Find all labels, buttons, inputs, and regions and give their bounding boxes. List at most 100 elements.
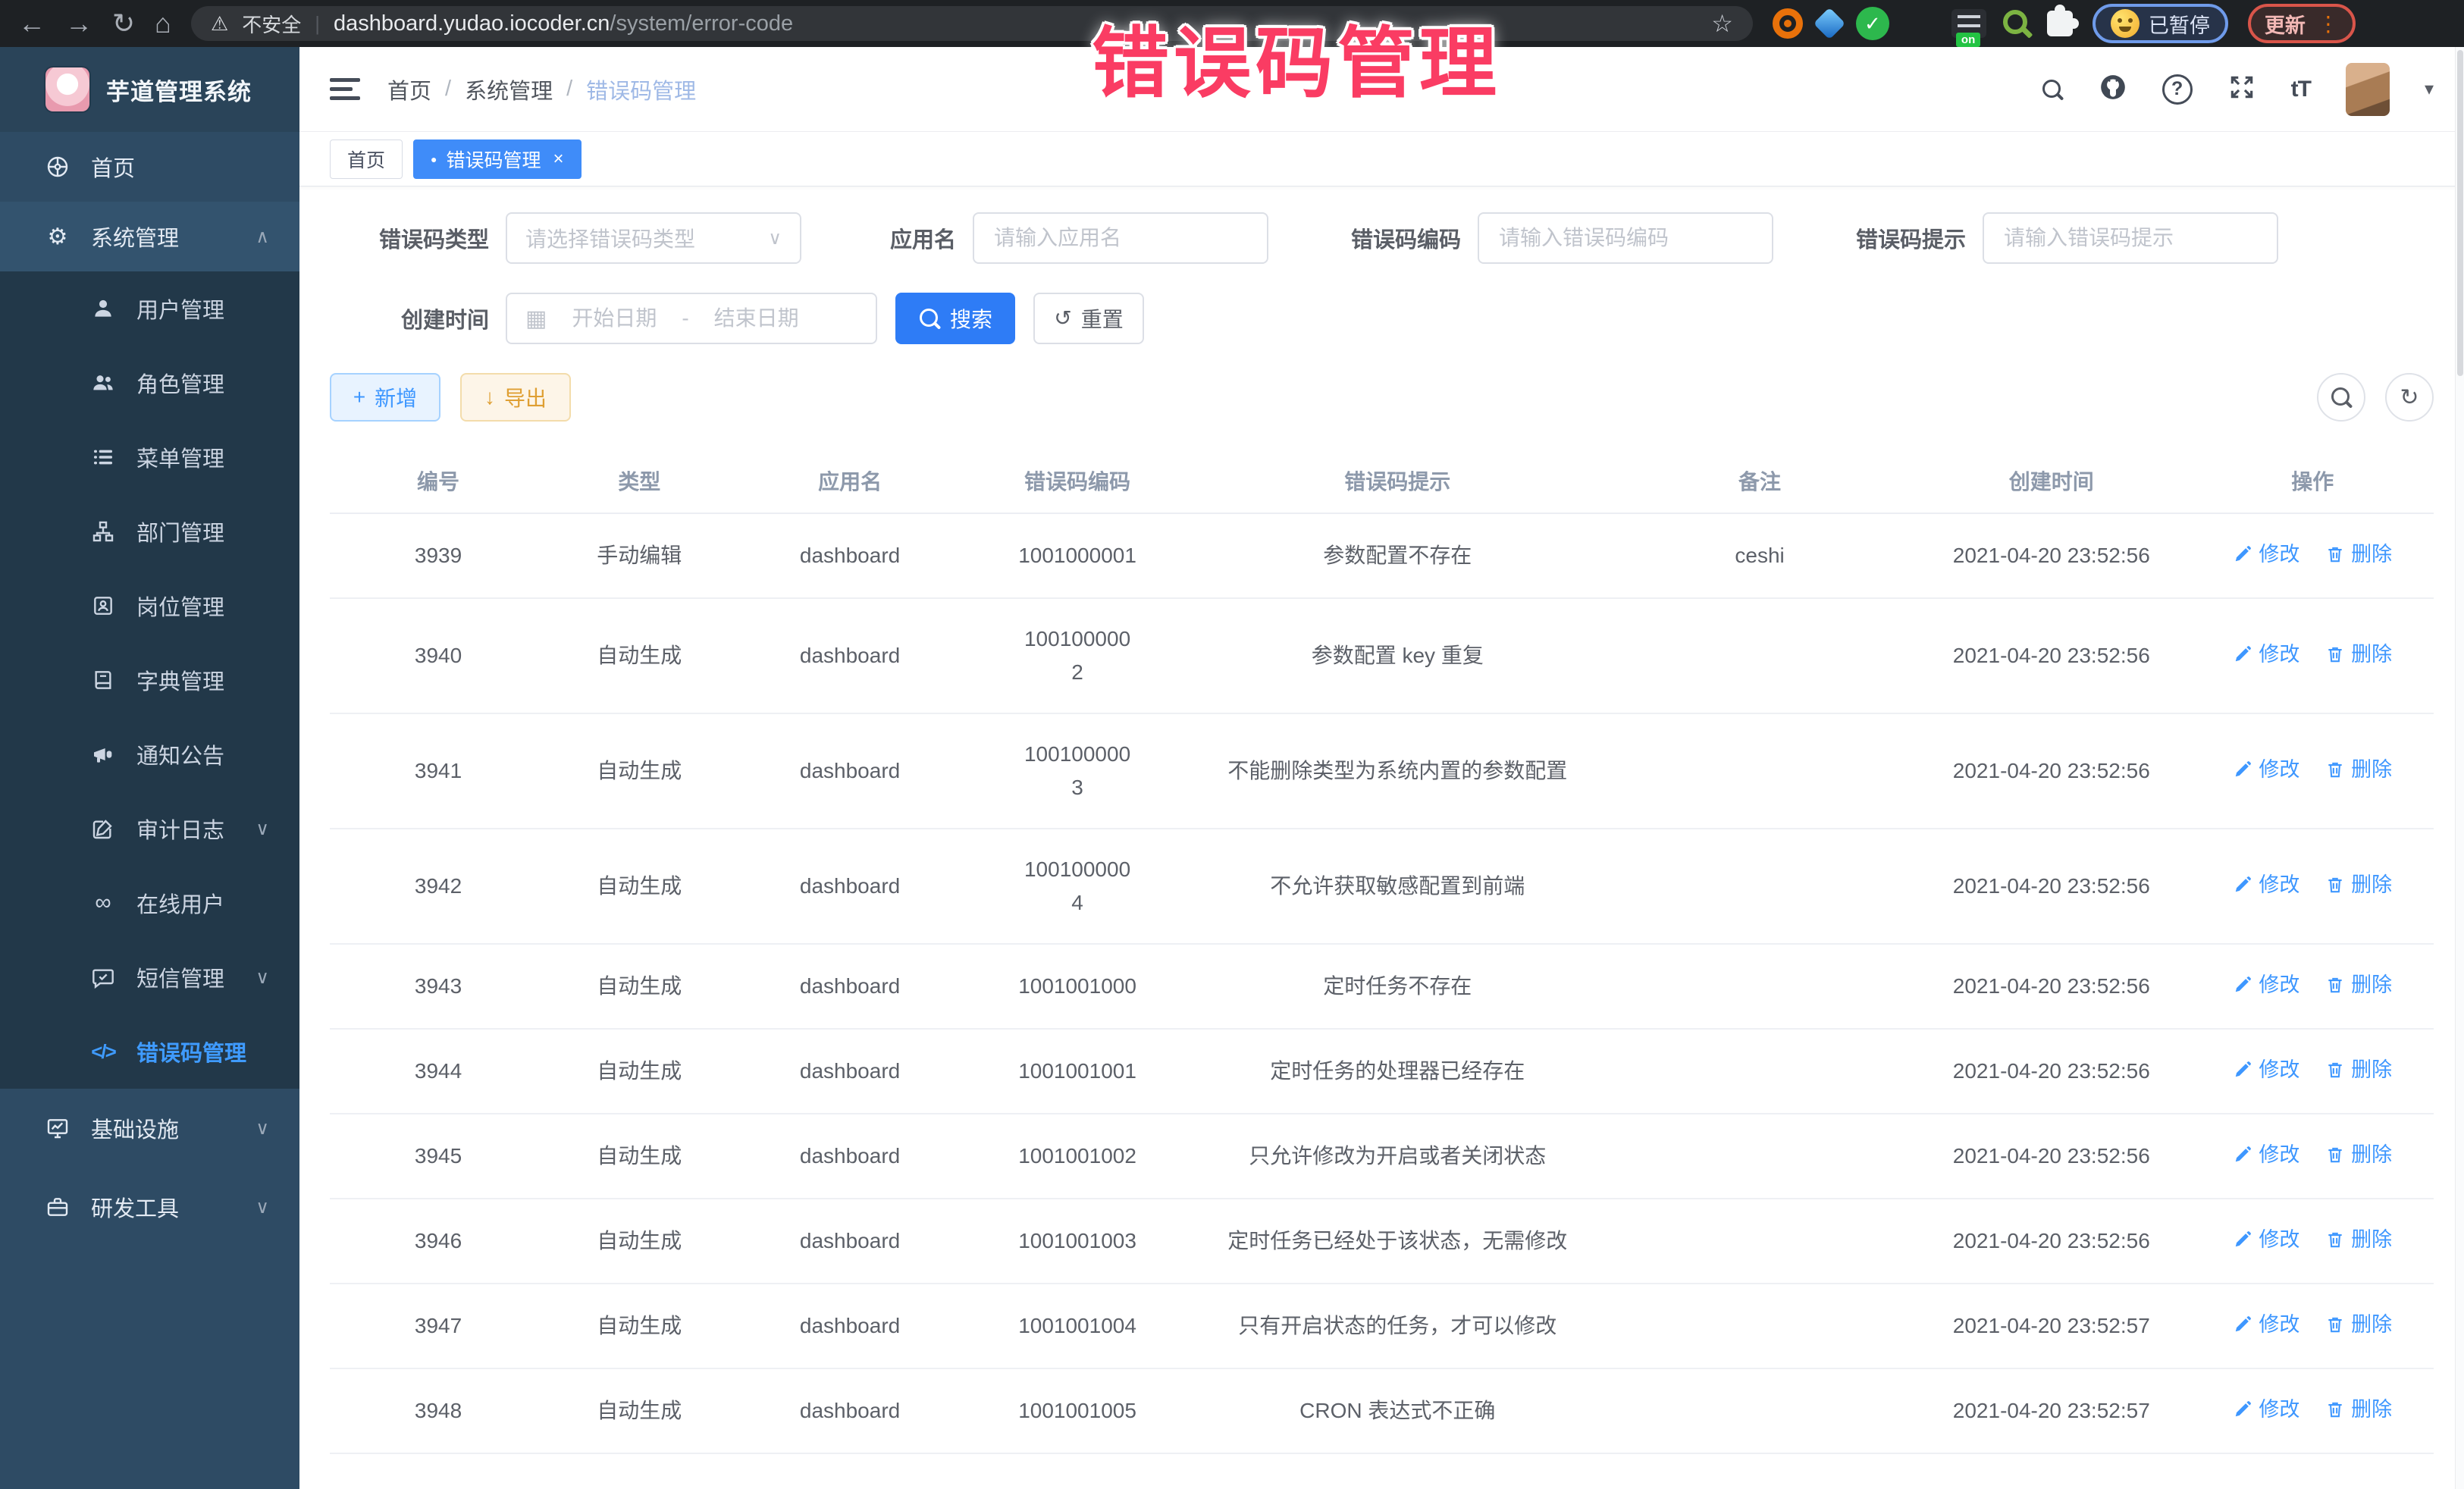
date-range-picker[interactable]: ▦ -: [506, 293, 877, 344]
end-date-input[interactable]: [700, 306, 813, 331]
browser-update-button[interactable]: 更新 ⋮: [2248, 4, 2356, 43]
edit-link[interactable]: 修改: [2233, 1138, 2299, 1171]
extension-key-icon[interactable]: [2002, 8, 2032, 39]
breadcrumb-system[interactable]: 系统管理: [465, 74, 553, 105]
browser-reload-icon[interactable]: ↻: [112, 10, 135, 37]
user-avatar[interactable]: [2346, 63, 2390, 116]
sidebar-item-users[interactable]: 用户管理: [0, 271, 299, 346]
edit-link[interactable]: 修改: [2233, 1308, 2299, 1341]
update-label: 更新: [2265, 9, 2306, 39]
sidebar-item-dictionary[interactable]: 字典管理: [0, 643, 299, 717]
sidebar-toggle-icon[interactable]: [330, 78, 360, 100]
column-header-app: 应用名: [732, 449, 968, 513]
tab-home[interactable]: 首页: [330, 139, 403, 179]
sidebar-item-posts[interactable]: 岗位管理: [0, 569, 299, 643]
column-header-time: 创建时间: [1911, 449, 2191, 513]
scrollbar-thumb[interactable]: [2457, 50, 2463, 376]
app-name-input[interactable]: [992, 225, 1249, 251]
fullscreen-icon[interactable]: [2227, 73, 2256, 105]
browser-home-icon[interactable]: ⌂: [155, 10, 171, 37]
error-code-input[interactable]: [1497, 225, 1754, 251]
start-date-input[interactable]: [557, 306, 671, 331]
sidebar-item-departments[interactable]: 部门管理: [0, 494, 299, 569]
browser-forward-icon[interactable]: →: [65, 10, 92, 37]
github-icon[interactable]: [2099, 73, 2127, 105]
edit-link[interactable]: 修改: [2233, 868, 2299, 901]
sidebar-group-sms[interactable]: 短信管理 ∨: [0, 940, 299, 1014]
reset-button[interactable]: ↺ 重置: [1033, 293, 1144, 344]
browser-menu-icon[interactable]: ⋮: [2318, 11, 2339, 36]
refresh-button[interactable]: ↻: [2385, 373, 2434, 422]
delete-link[interactable]: 删除: [2325, 538, 2392, 571]
delete-link[interactable]: 删除: [2325, 1393, 2392, 1426]
export-button[interactable]: ↓ 导出: [460, 373, 571, 422]
breadcrumb: 首页 / 系统管理 / 错误码管理: [387, 74, 696, 105]
sidebar-item-error-code[interactable]: </> 错误码管理: [0, 1014, 299, 1089]
dictionary-icon: [89, 668, 117, 692]
sidebar-group-system[interactable]: ⚙ 系统管理 ∧: [0, 202, 299, 271]
edit-link[interactable]: 修改: [2233, 1393, 2299, 1426]
tab-error-code[interactable]: ● 错误码管理 ×: [413, 139, 582, 179]
delete-link[interactable]: 删除: [2325, 1053, 2392, 1086]
audit-log-icon: [89, 817, 117, 841]
sidebar-item-home[interactable]: 首页: [0, 132, 299, 202]
extensions-puzzle-icon[interactable]: [2047, 11, 2073, 36]
sidebar-item-online-users[interactable]: ∞ 在线用户: [0, 866, 299, 940]
app-logo[interactable]: 芋道管理系统: [0, 47, 299, 132]
error-type-select[interactable]: 请选择错误码类型 ∨: [506, 212, 801, 264]
address-bar[interactable]: ⚠ 不安全 | dashboard.yudao.iocoder.cn/syste…: [191, 6, 1753, 41]
edit-link[interactable]: 修改: [2233, 538, 2299, 571]
add-button[interactable]: + 新增: [330, 373, 440, 422]
delete-link[interactable]: 删除: [2325, 1223, 2392, 1256]
avatar-caret-icon[interactable]: ▾: [2425, 78, 2434, 100]
show-search-button[interactable]: [2317, 373, 2365, 422]
delete-link[interactable]: 删除: [2325, 968, 2392, 1002]
error-hint-label: 错误码提示: [1829, 222, 1966, 254]
sidebar-group-infrastructure[interactable]: 基础设施 ∨: [0, 1089, 299, 1168]
bookmark-star-icon[interactable]: ☆: [1711, 9, 1733, 38]
sidebar-item-roles[interactable]: 角色管理: [0, 346, 299, 420]
delete-link-label: 删除: [2351, 1308, 2392, 1341]
edit-link[interactable]: 修改: [2233, 1053, 2299, 1086]
cell-hint: 定时任务不存在: [1187, 944, 1609, 1029]
delete-link[interactable]: 删除: [2325, 1138, 2392, 1171]
search-icon: [918, 307, 941, 330]
cell-app: dashboard: [732, 513, 968, 598]
table-row: 3948 自动生成 dashboard 1001001005 CRON 表达式不…: [330, 1368, 2434, 1453]
error-code-table: 编号 类型 应用名 错误码编码 错误码提示 备注 创建时间 操作 3939 手动…: [330, 449, 2434, 1454]
extension-gem-icon[interactable]: [1814, 8, 1845, 39]
delete-link[interactable]: 删除: [2325, 868, 2392, 901]
extension-list-icon[interactable]: on: [1951, 9, 1986, 38]
font-size-icon[interactable]: tT: [2291, 77, 2311, 102]
profile-paused-badge[interactable]: 已暂停: [2093, 4, 2228, 43]
cell-no: 3939: [330, 513, 547, 598]
search-icon[interactable]: [2041, 78, 2064, 101]
org-tree-icon: [89, 519, 117, 544]
extension-green-check-icon[interactable]: ✓: [1856, 7, 1889, 40]
help-icon[interactable]: ?: [2162, 74, 2193, 105]
search-button[interactable]: 搜索: [895, 293, 1015, 344]
edit-link[interactable]: 修改: [2233, 753, 2299, 786]
delete-link[interactable]: 删除: [2325, 753, 2392, 786]
sidebar-item-menus[interactable]: 菜单管理: [0, 420, 299, 494]
edit-link[interactable]: 修改: [2233, 638, 2299, 671]
edit-link-label: 修改: [2259, 1138, 2299, 1171]
browser-back-icon[interactable]: ←: [18, 10, 45, 37]
breadcrumb-current: 错误码管理: [586, 74, 696, 105]
delete-link[interactable]: 删除: [2325, 1308, 2392, 1341]
reset-icon: ↺: [1054, 308, 1071, 329]
extension-grid-icon[interactable]: [1904, 8, 1936, 39]
edit-link[interactable]: 修改: [2233, 1223, 2299, 1256]
close-tab-icon[interactable]: ×: [553, 149, 564, 170]
cell-remark: ceshi: [1608, 513, 1911, 598]
table-row: 3942 自动生成 dashboard 100100000 4 不允许获取敏感配…: [330, 829, 2434, 944]
sidebar-group-audit-log[interactable]: 审计日志 ∨: [0, 792, 299, 866]
page-scrollbar[interactable]: [2455, 47, 2464, 1489]
breadcrumb-home[interactable]: 首页: [387, 74, 431, 105]
error-hint-input[interactable]: [2002, 225, 2259, 251]
delete-link[interactable]: 删除: [2325, 638, 2392, 671]
sidebar-group-dev-tools[interactable]: 研发工具 ∨: [0, 1168, 299, 1246]
sidebar-item-announcements[interactable]: 通知公告: [0, 717, 299, 792]
extension-target-icon[interactable]: [1773, 8, 1803, 39]
edit-link[interactable]: 修改: [2233, 968, 2299, 1002]
